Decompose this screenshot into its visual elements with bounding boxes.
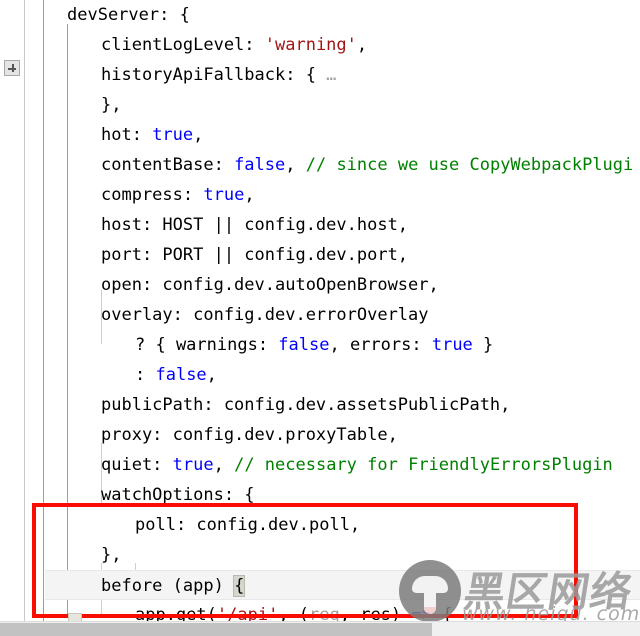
code-token: quiet: <box>101 455 173 475</box>
code-line-9: port: PORT || config.dev.port, <box>67 240 408 270</box>
code-token-boolean: true <box>152 125 194 145</box>
horizontal-scrollbar-thumb[interactable] <box>0 623 432 636</box>
code-token-string: '/api' <box>216 605 279 621</box>
code-line-11: overlay: config.dev.errorOverlay <box>67 300 429 330</box>
code-token: compress: <box>101 185 204 205</box>
code-token: }, <box>101 95 122 115</box>
code-token: port: PORT || config.dev.port, <box>101 245 409 265</box>
code-token: publicPath: config.dev.assetsPublicPath, <box>101 395 511 415</box>
code-token: watchOptions: { <box>101 485 255 505</box>
code-token-string: 'warning' <box>264 35 357 55</box>
code-token: , <box>285 155 306 175</box>
code-token: proxy: config.dev.proxyTable, <box>101 425 398 445</box>
code-line-7: compress: true, <box>67 180 255 210</box>
bracket-match-highlight: { <box>233 575 246 597</box>
code-token-boolean: true <box>431 335 473 355</box>
code-token: , <box>244 185 255 205</box>
code-content[interactable]: devServer: { clientLogLevel: 'warning' , … <box>45 0 640 621</box>
code-token-comment: // necessary for FriendlyErrorsPlugin <box>234 455 613 475</box>
code-line-18: poll: config.dev.poll, <box>67 510 360 540</box>
code-line-14: publicPath: config.dev.assetsPublicPath, <box>67 390 510 420</box>
code-token: , errors: <box>329 335 432 355</box>
code-token-boolean: false <box>155 365 207 385</box>
code-line-17: watchOptions: { <box>67 480 255 510</box>
code-token: , res) <box>339 605 412 621</box>
code-line-16: quiet: true, // necessary for FriendlyEr… <box>67 450 613 480</box>
code-token: hot: <box>101 125 153 145</box>
code-line-2: clientLogLevel: 'warning', <box>67 30 367 60</box>
code-token-boolean: true <box>172 455 214 475</box>
code-token: ? { warnings: <box>135 335 279 355</box>
code-token-boolean: false <box>278 335 330 355</box>
code-token: host: HOST || config.dev.host, <box>101 215 409 235</box>
code-token: overlay: config.dev.errorOverlay <box>101 305 429 325</box>
code-token: open: config.dev.autoOpenBrowser, <box>101 275 439 295</box>
code-line-13: : false, <box>67 360 217 390</box>
code-token: { <box>431 605 453 621</box>
code-token: historyApiFallback: { <box>101 65 327 85</box>
editor-gutter <box>0 0 25 621</box>
editor-marker-column <box>25 0 44 621</box>
code-token: , <box>206 365 217 385</box>
code-line-6: contentBase: false, // since we use Copy… <box>67 150 633 180</box>
code-line-20-current[interactable]: before (app) { <box>45 570 640 600</box>
code-line-3: historyApiFallback: { … <box>67 60 336 90</box>
horizontal-scrollbar-track[interactable] <box>0 621 640 636</box>
code-line-4: }, <box>67 90 121 120</box>
code-line-5: hot: true, <box>67 120 203 150</box>
code-token: , <box>213 455 235 475</box>
code-token: devServer: { <box>67 5 190 25</box>
code-token: before (app) <box>101 576 235 596</box>
code-token-comment: // since we use CopyWebpackPlugi <box>305 155 634 175</box>
code-line-12: ? { warnings: false, errors: true } <box>67 330 493 360</box>
code-token: } <box>472 335 494 355</box>
code-token-boolean: false <box>234 155 286 175</box>
code-line-8: host: HOST || config.dev.host, <box>67 210 408 240</box>
code-token-boolean: true <box>203 185 245 205</box>
code-line-19: }, <box>67 540 121 570</box>
collapsed-fold-ellipsis[interactable]: … <box>326 65 336 85</box>
code-token-arrow: => <box>411 605 432 621</box>
code-line-10: open: config.dev.autoOpenBrowser, <box>67 270 439 300</box>
code-line-1: devServer: { <box>67 0 190 30</box>
code-token: poll: config.dev.poll, <box>135 515 361 535</box>
code-editor-window: devServer: { clientLogLevel: 'warning' , … <box>0 0 640 636</box>
code-token: contentBase: <box>101 155 235 175</box>
code-fold-expand-icon[interactable] <box>4 60 20 76</box>
code-token: }, <box>101 545 122 565</box>
code-token: : <box>135 365 156 385</box>
code-token: app.get( <box>135 605 217 621</box>
code-token-dimmed: req <box>309 605 340 621</box>
code-token: , <box>193 125 204 145</box>
code-token: , ( <box>278 605 310 621</box>
code-token: , <box>356 35 368 55</box>
code-token: clientLogLevel: <box>101 35 265 55</box>
code-line-21: app.get('/api', (req, res) => { <box>67 600 452 621</box>
code-line-15: proxy: config.dev.proxyTable, <box>67 420 398 450</box>
